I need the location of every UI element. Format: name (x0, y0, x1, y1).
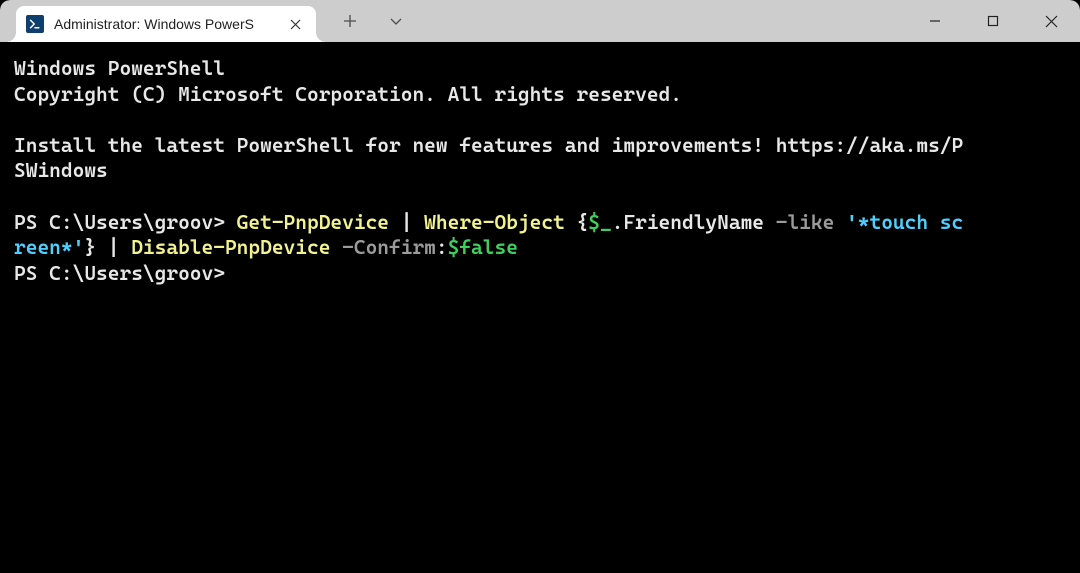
terminal-line: Copyright (C) Microsoft Corporation. All… (14, 82, 682, 106)
cmdlet: Where-Object (424, 210, 565, 234)
close-tab-button[interactable] (286, 15, 304, 33)
string: reen*' (14, 235, 84, 259)
window-controls (906, 0, 1080, 42)
app-window: Administrator: Windows PowerS W (0, 0, 1080, 573)
terminal-line: Install the latest PowerShell for new fe… (14, 133, 963, 157)
terminal-line: SWindows (14, 158, 108, 182)
titlebar: Administrator: Windows PowerS (0, 0, 1080, 42)
tab-dropdown-button[interactable] (382, 7, 410, 35)
pipe: | (389, 210, 424, 234)
space (834, 210, 846, 234)
terminal-prompt: PS C:\Users\groov> (14, 210, 237, 234)
space (330, 235, 342, 259)
variable: $false (448, 235, 518, 259)
string: '*touch sc (846, 210, 963, 234)
colon: : (436, 235, 448, 259)
cmdlet: Get-PnpDevice (237, 210, 389, 234)
terminal-line: Windows PowerShell (14, 56, 225, 80)
cmdlet: Disable-PnpDevice (131, 235, 330, 259)
powershell-icon (26, 15, 44, 33)
brace-pipe: } | (84, 235, 131, 259)
parameter: -Confirm (342, 235, 436, 259)
terminal-output[interactable]: Windows PowerShell Copyright (C) Microso… (0, 42, 1080, 573)
maximize-button[interactable] (964, 0, 1022, 42)
minimize-button[interactable] (906, 0, 964, 42)
tab-powershell[interactable]: Administrator: Windows PowerS (16, 6, 316, 42)
tab-title: Administrator: Windows PowerS (54, 16, 276, 32)
operator: -like (776, 210, 835, 234)
brace: { (565, 210, 588, 234)
close-window-button[interactable] (1022, 0, 1080, 42)
variable: $_ (588, 210, 611, 234)
property: .FriendlyName (612, 210, 776, 234)
terminal-prompt: PS C:\Users\groov> (14, 261, 225, 285)
new-tab-button[interactable] (336, 7, 364, 35)
tab-area-controls (336, 0, 410, 42)
